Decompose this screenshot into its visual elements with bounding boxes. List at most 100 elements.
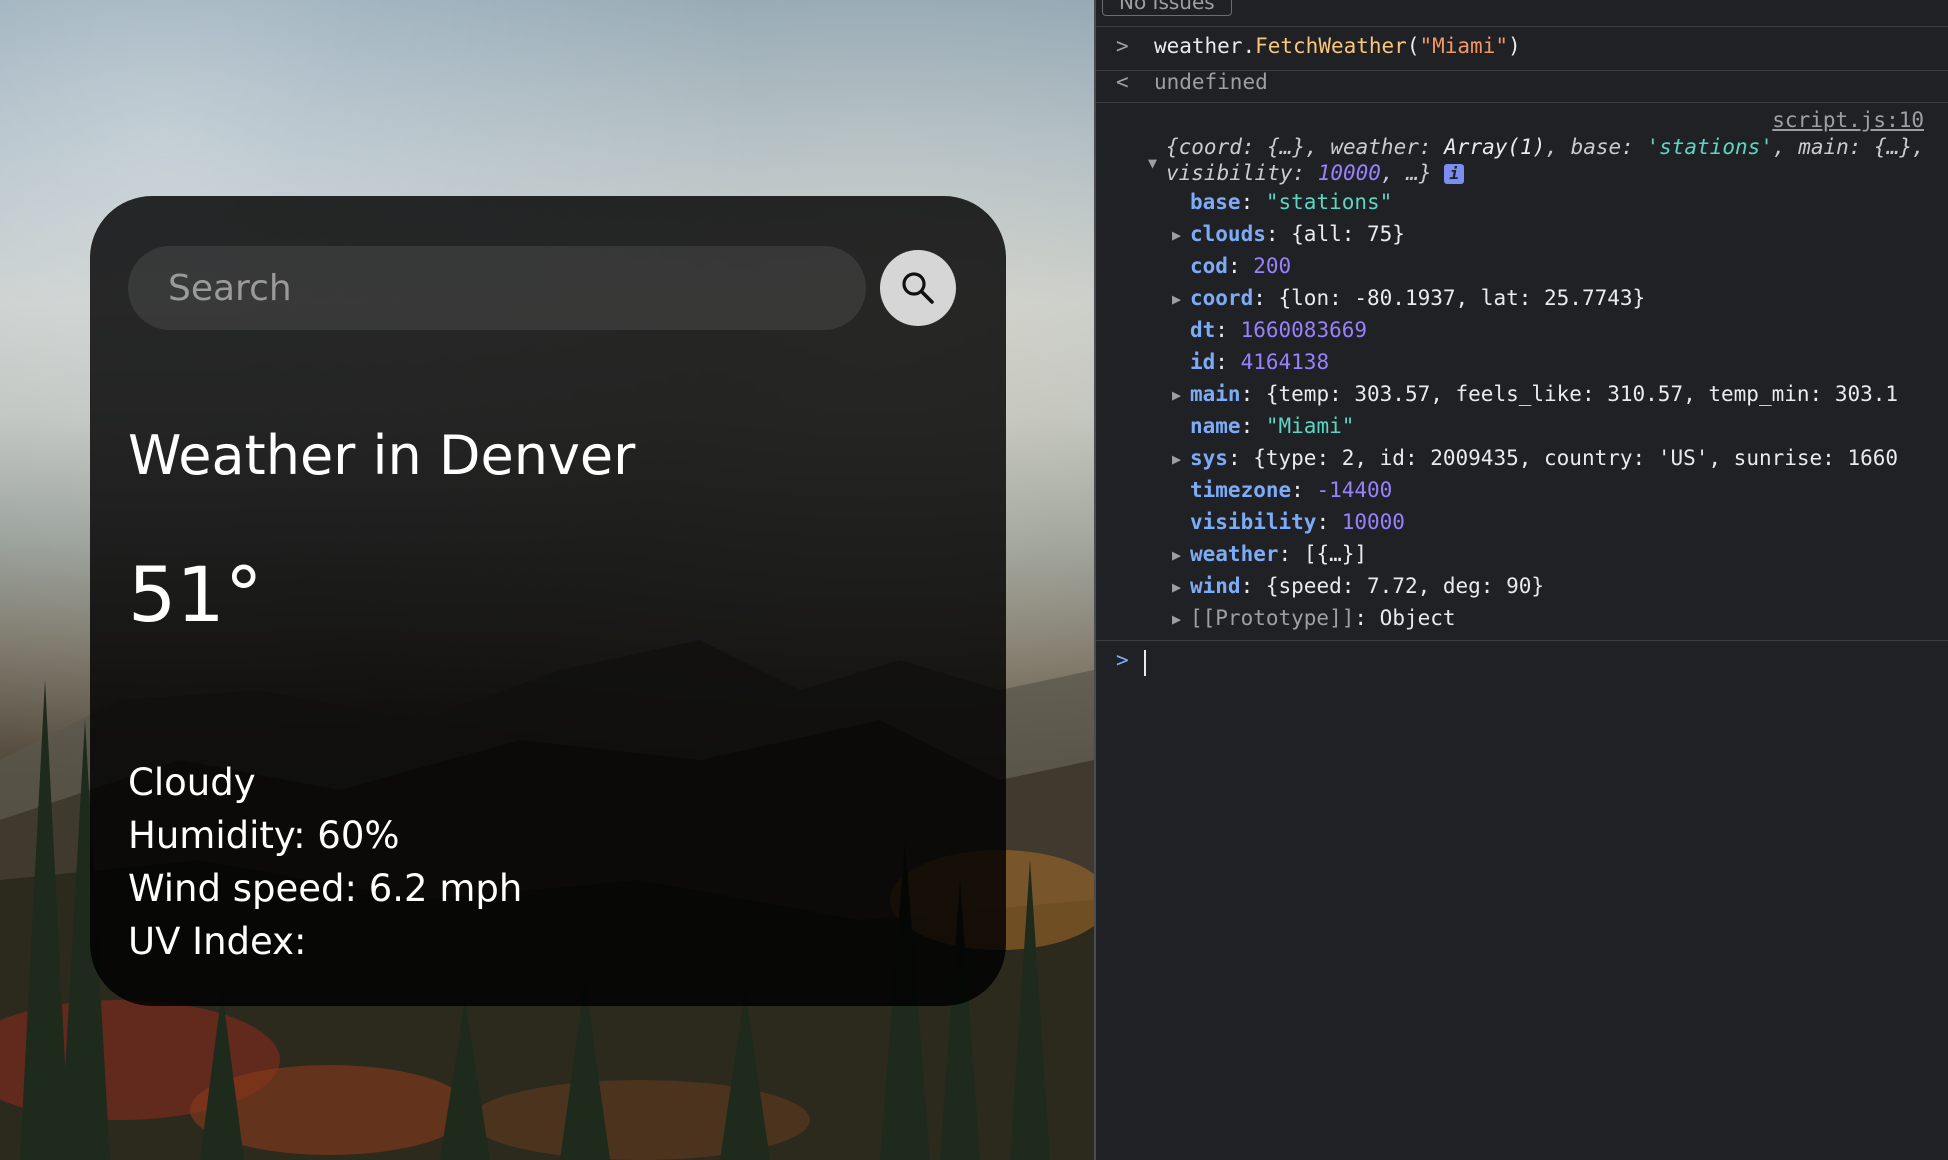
command-open-paren: ( [1406, 34, 1420, 58]
console-result-line: < undefined [1116, 70, 1268, 94]
property-key: id [1190, 350, 1216, 374]
prompt-chevron-icon: > [1116, 648, 1129, 672]
summary-array: Array(1) [1444, 135, 1546, 159]
result-arrow-icon: < [1116, 70, 1129, 94]
property-colon: : [1240, 574, 1266, 598]
property-colon: : [1240, 190, 1266, 214]
property-value: "Miami" [1265, 414, 1355, 438]
property-value: {speed: 7.72, deg: 90} [1265, 574, 1545, 598]
expand-triangle-icon[interactable]: ▶ [1172, 450, 1181, 468]
property-row: name: "Miami" [1190, 414, 1354, 438]
property-key: base [1190, 190, 1241, 214]
console-prompt[interactable]: > [1116, 648, 1129, 672]
property-key: coord [1190, 286, 1254, 310]
weather-description: Cloudy [128, 761, 256, 804]
uv-index: UV Index: [128, 920, 307, 963]
humidity: Humidity: 60% [128, 814, 400, 857]
property-colon: : [1240, 414, 1266, 438]
summary-text: {coord: {…}, weather: [1166, 135, 1445, 159]
expand-triangle-icon[interactable]: ▶ [1172, 386, 1181, 404]
search-button[interactable] [880, 250, 956, 326]
property-value: Object [1379, 606, 1456, 630]
property-key: sys [1190, 446, 1228, 470]
weather-card: Weather in Denver 51° Cloudy Humidity: 6… [90, 196, 1006, 1006]
property-row: dt: 1660083669 [1190, 318, 1367, 342]
property-colon: : [1215, 318, 1241, 342]
property-value: {type: 2, id: 2009435, country: 'US', su… [1253, 446, 1899, 470]
property-key: wind [1190, 574, 1241, 598]
console-input-line: > weather.FetchWeather("Miami") [1116, 34, 1521, 58]
property-colon: : [1265, 222, 1292, 246]
property-value: 10000 [1341, 510, 1405, 534]
object-summary[interactable]: {coord: {…}, weather: Array(1), base: 's… [1166, 134, 1926, 186]
property-row[interactable]: wind: {speed: 7.72, deg: 90} [1190, 574, 1544, 598]
weather-page: Weather in Denver 51° Cloudy Humidity: 6… [0, 0, 1094, 1160]
property-colon: : [1215, 350, 1241, 374]
property-colon: : [1291, 478, 1317, 502]
info-icon[interactable]: i [1444, 164, 1465, 184]
expand-triangle-icon[interactable]: ▶ [1172, 578, 1181, 596]
property-value: {lon: -80.1937, lat: 25.7743} [1278, 286, 1646, 310]
property-row[interactable]: sys: {type: 2, id: 2009435, country: 'US… [1190, 446, 1898, 470]
property-value: -14400 [1316, 478, 1393, 502]
property-value: 1660083669 [1240, 318, 1368, 342]
wind-speed: Wind speed: 6.2 mph [128, 867, 523, 910]
expand-triangle-icon[interactable]: ▶ [1172, 546, 1181, 564]
command-object: weather. [1153, 34, 1256, 58]
search-input[interactable] [128, 246, 866, 330]
expand-triangle-icon[interactable]: ▶ [1172, 610, 1181, 628]
property-key: main [1190, 382, 1241, 406]
command-method: FetchWeather [1255, 34, 1407, 58]
property-colon: : [1253, 286, 1279, 310]
collapse-triangle-icon[interactable]: ▼ [1148, 154, 1157, 172]
input-chevron-icon: > [1116, 34, 1129, 58]
property-colon: : [1354, 606, 1380, 630]
property-value: {temp: 303.57, feels_like: 310.57, temp_… [1265, 382, 1899, 406]
expand-triangle-icon[interactable]: ▶ [1172, 290, 1181, 308]
property-key: [[Prototype]] [1190, 606, 1355, 630]
summary-visibility-value: 10000 [1317, 161, 1381, 185]
city-title: Weather in Denver [128, 424, 636, 487]
property-row: visibility: 10000 [1190, 510, 1405, 534]
source-link[interactable]: script.js:10 [1772, 108, 1924, 132]
command-close-paren: ) [1508, 34, 1521, 58]
property-row[interactable]: main: {temp: 303.57, feels_like: 310.57,… [1190, 382, 1898, 406]
expand-triangle-icon[interactable]: ▶ [1172, 226, 1181, 244]
property-key: visibility [1190, 510, 1317, 534]
command-argument: "Miami" [1419, 34, 1508, 58]
property-colon: : [1278, 542, 1304, 566]
weather-details: Cloudy Humidity: 60% Wind speed: 6.2 mph… [128, 756, 522, 968]
result-value: undefined [1153, 70, 1268, 94]
summary-base-value: 'stations' [1646, 135, 1773, 159]
property-row: base: "stations" [1190, 190, 1392, 214]
property-value: {all: 75} [1291, 222, 1405, 246]
property-colon: : [1316, 510, 1342, 534]
property-key: cod [1190, 254, 1228, 278]
property-row: timezone: -14400 [1190, 478, 1392, 502]
property-row: cod: 200 [1190, 254, 1291, 278]
separator [1096, 102, 1948, 103]
search-icon [902, 272, 934, 304]
property-value: "stations" [1265, 190, 1393, 214]
property-key: dt [1190, 318, 1216, 342]
property-row: id: 4164138 [1190, 350, 1329, 374]
property-colon: : [1227, 254, 1254, 278]
property-value: 4164138 [1240, 350, 1330, 374]
property-value: [{…}] [1303, 542, 1368, 566]
property-key: name [1190, 414, 1241, 438]
property-row[interactable]: [[Prototype]]: Object [1190, 606, 1456, 630]
console-toolbar: No Issues [1096, 0, 1948, 27]
property-colon: : [1240, 382, 1266, 406]
property-value: 200 [1253, 254, 1292, 278]
temperature: 51° [128, 550, 263, 639]
property-key: timezone [1190, 478, 1292, 502]
summary-text: , …} [1380, 161, 1432, 185]
property-colon: : [1227, 446, 1254, 470]
issues-button[interactable]: No Issues [1102, 0, 1232, 16]
property-row[interactable]: coord: {lon: -80.1937, lat: 25.7743} [1190, 286, 1645, 310]
summary-text: , base: [1545, 135, 1647, 159]
property-row[interactable]: clouds: {all: 75} [1190, 222, 1405, 246]
devtools-console: No Issues > weather.FetchWeather("Miami"… [1094, 0, 1948, 1160]
separator [1096, 640, 1948, 641]
property-row[interactable]: weather: [{…}] [1190, 542, 1367, 566]
